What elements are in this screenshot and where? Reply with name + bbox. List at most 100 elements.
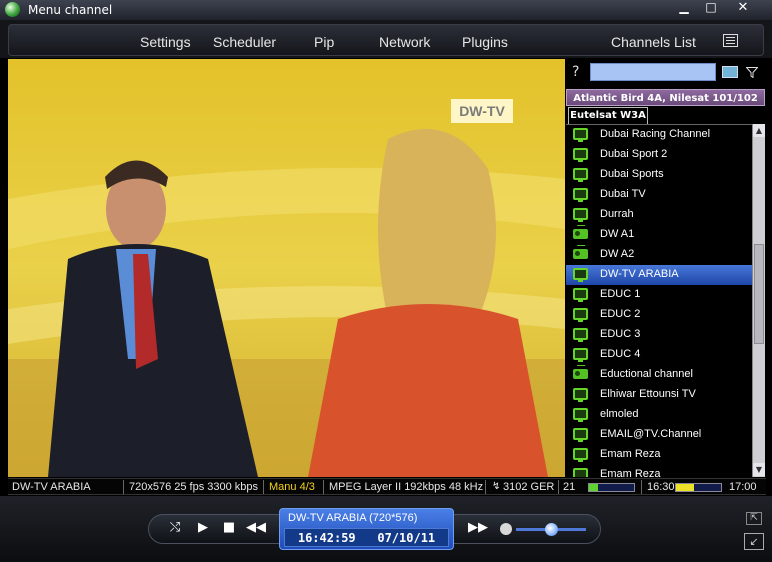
tv-icon [573, 468, 588, 477]
channel-list-item[interactable]: Dubai Sports [566, 165, 752, 185]
stop-icon[interactable]: ■ [220, 520, 238, 535]
message-icon[interactable] [722, 66, 738, 78]
channel-label: Dubai Sports [600, 168, 664, 180]
mute-icon[interactable] [500, 523, 512, 535]
channel-label: Dubai Sport 2 [600, 148, 668, 160]
status-signal-value: 21 [563, 481, 576, 493]
help-icon[interactable]: ? [572, 64, 579, 80]
channel-search-input[interactable] [590, 63, 716, 81]
channel-scrollbar[interactable]: ▲ ▼ [752, 124, 765, 477]
channel-list-item[interactable]: DW-TV ARABIA [566, 265, 752, 285]
list-view-icon[interactable] [723, 34, 738, 47]
channel-logo-watermark: DW-TV [451, 99, 513, 123]
channel-list-item[interactable]: Durrah [566, 205, 752, 225]
maximize-icon[interactable]: □ [697, 0, 725, 16]
epg-progress-bar [675, 483, 722, 492]
epg-start-time: 16:30 [647, 481, 675, 493]
app-logo-icon [5, 2, 20, 17]
volume-knob[interactable] [545, 523, 558, 536]
minimize-view-icon[interactable]: ↙ [744, 533, 764, 550]
channel-list-item[interactable]: Emam Reza [566, 465, 752, 477]
channel-list-item[interactable]: DW A2 [566, 245, 752, 265]
title-bar: Menu channel ▁ □ ✕ [0, 0, 772, 20]
close-icon[interactable]: ✕ [728, 0, 758, 16]
channel-list-item[interactable]: EDUC 3 [566, 325, 752, 345]
lcd-time: 16:42:59 [297, 531, 356, 545]
shuffle-icon[interactable]: ⤭ [166, 520, 184, 535]
lcd-datetime: 16:42:59 07/10/11 [284, 528, 449, 547]
channel-list-item[interactable]: Dubai TV [566, 185, 752, 205]
player-controls: ⤭ ▶ ■ ◀◀ DW-TV ARABIA (720*576) 16:42:59… [0, 496, 772, 562]
channel-label: Elhiwar Ettounsi TV [600, 388, 696, 400]
tv-icon [573, 448, 588, 462]
menu-scheduler[interactable]: Scheduler [213, 34, 276, 50]
tv-icon [573, 168, 588, 182]
tv-icon [573, 128, 588, 142]
channel-list-item[interactable]: Dubai Racing Channel [566, 125, 752, 145]
filter-icon[interactable] [746, 67, 758, 78]
menu-plugins[interactable]: Plugins [462, 34, 508, 50]
tv-icon [573, 308, 588, 322]
channel-label: Dubai Racing Channel [600, 128, 711, 140]
fullscreen-icon[interactable]: ⇱ [746, 512, 762, 525]
status-video-info: 720x576 25 fps 3300 kbps [129, 481, 259, 493]
menu-channels-list[interactable]: Channels List [611, 34, 696, 50]
satellite-header[interactable]: Atlantic Bird 4A, Nilesat 101/102 [566, 89, 765, 106]
tv-icon [573, 348, 588, 362]
play-icon[interactable]: ▶ [194, 520, 212, 535]
channel-list-item[interactable]: Dubai Sport 2 [566, 145, 752, 165]
channel-label: Eductional channel [600, 368, 693, 380]
minimize-icon[interactable]: ▁ [670, 0, 698, 16]
channel-label: DW A2 [600, 248, 635, 260]
video-display[interactable]: DW-TV [8, 59, 565, 477]
channel-label: Emam Reza [600, 448, 661, 460]
menu-network[interactable]: Network [379, 34, 430, 50]
channel-list-item[interactable]: Emam Reza [566, 445, 752, 465]
lcd-channel-title: DW-TV ARABIA (720*576) [288, 512, 418, 524]
tv-icon [573, 408, 588, 422]
tv-icon [573, 268, 588, 282]
scroll-down-icon[interactable]: ▼ [753, 463, 765, 476]
tv-icon [573, 388, 588, 402]
channel-label: Emam Reza [600, 468, 661, 477]
channel-label: EDUC 2 [600, 308, 641, 320]
scroll-up-icon[interactable]: ▲ [753, 124, 765, 137]
channel-list-item[interactable]: EDUC 4 [566, 345, 752, 365]
lcd-date: 07/10/11 [377, 531, 436, 545]
channel-list-item[interactable]: EMAIL@TV.Channel [566, 425, 752, 445]
tv-icon [573, 208, 588, 222]
channel-label: DW A1 [600, 228, 635, 240]
status-audio-track[interactable]: 3102 GER [503, 481, 554, 493]
tv-icon [573, 428, 588, 442]
channel-list-item[interactable]: EDUC 2 [566, 305, 752, 325]
channel-label: EDUC 3 [600, 328, 641, 340]
channel-list-item[interactable]: elmoled [566, 405, 752, 425]
channel-label: Dubai TV [600, 188, 646, 200]
menu-settings[interactable]: Settings [140, 34, 191, 50]
satellite-tab[interactable]: Eutelsat W3A [568, 107, 648, 124]
channel-list-item[interactable]: Eductional channel [566, 365, 752, 385]
radio-icon [573, 229, 588, 239]
status-channel: DW-TV ARABIA [12, 481, 91, 493]
status-bar: DW-TV ARABIA 720x576 25 fps 3300 kbps Ma… [8, 478, 766, 495]
signal-level-bar [588, 483, 635, 492]
channel-panel: ? Atlantic Bird 4A, Nilesat 101/102 Eute… [566, 59, 766, 477]
epg-end-time: 17:00 [729, 481, 757, 493]
radio-icon [573, 249, 588, 259]
rewind-icon[interactable]: ◀◀ [244, 520, 268, 535]
channel-list-item[interactable]: EDUC 1 [566, 285, 752, 305]
lcd-display: DW-TV ARABIA (720*576) 16:42:59 07/10/11 [279, 508, 454, 550]
window-title: Menu channel [28, 3, 113, 17]
signal-level-fill [589, 484, 598, 491]
menu-bar: Settings Scheduler Pip Network Plugins C… [0, 20, 772, 58]
channel-list-item[interactable]: DW A1 [566, 225, 752, 245]
channel-list: Dubai Racing Channel Dubai Sport 2 Dubai S… [566, 124, 752, 477]
scroll-thumb[interactable] [754, 244, 764, 344]
tv-icon [573, 328, 588, 342]
epg-progress-fill [676, 484, 694, 491]
menu-pip[interactable]: Pip [314, 34, 334, 50]
channel-list-item[interactable]: Elhiwar Ettounsi TV [566, 385, 752, 405]
status-aspect[interactable]: Manu 4/3 [269, 481, 315, 493]
audio-track-icon[interactable]: ↯ [492, 481, 500, 492]
fast-forward-icon[interactable]: ▶▶ [466, 520, 490, 535]
